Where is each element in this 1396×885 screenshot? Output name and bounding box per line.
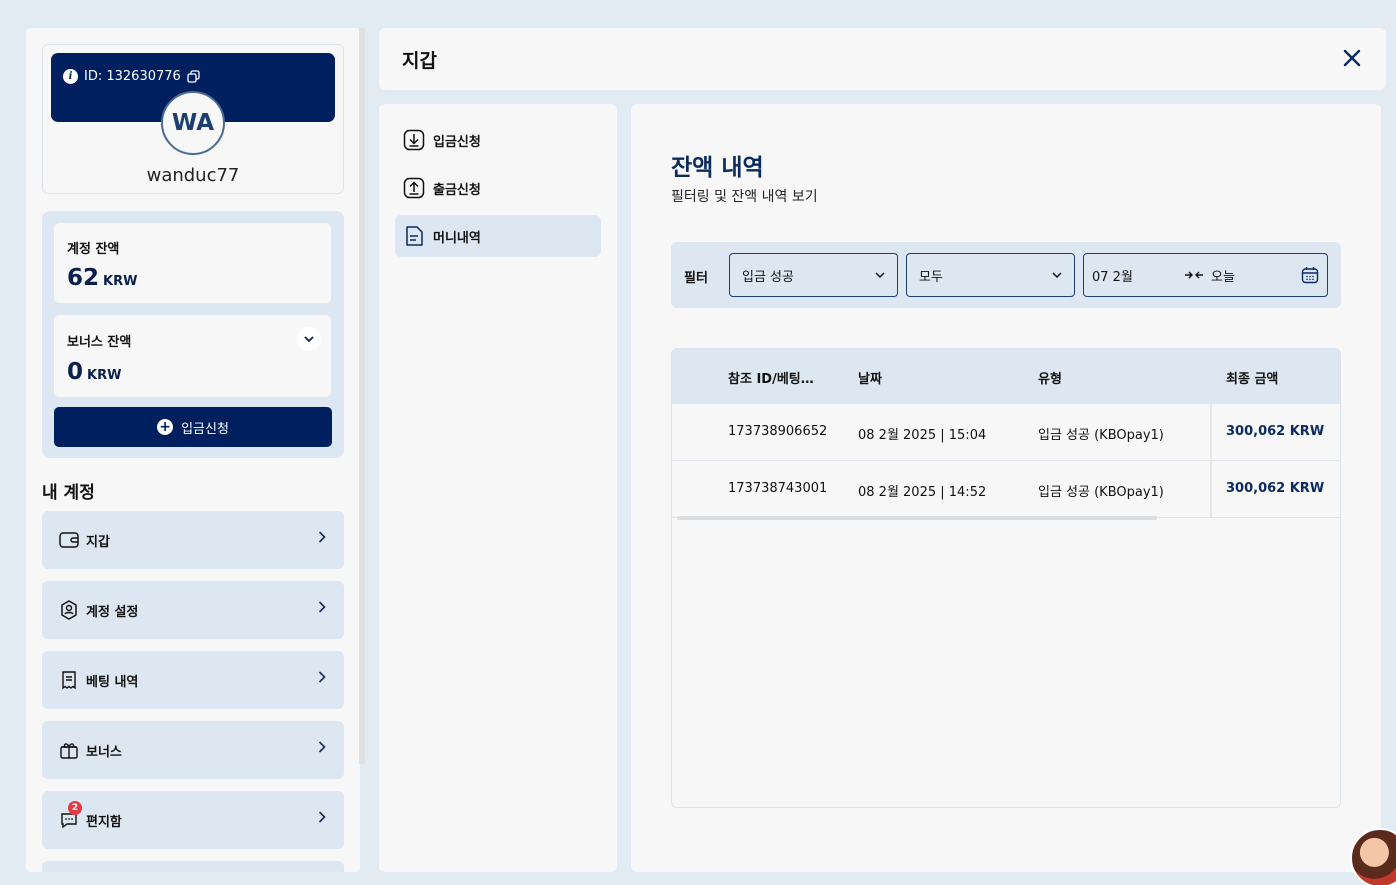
wallet-header: 지갑	[379, 28, 1386, 90]
chevron-right-icon	[318, 741, 326, 757]
avatar: WA	[161, 91, 225, 155]
profile-card: i ID: 132630776 WA wanduc77	[42, 44, 344, 194]
arrows-icon	[1185, 270, 1203, 280]
close-icon	[1343, 49, 1361, 67]
row-date: 08 2월 2025 | 15:04	[858, 428, 987, 443]
history-table: 참조 ID/베팅… 날짜 유형 최종 금액 173738906652 08 2월…	[671, 348, 1341, 808]
chevron-down-icon	[1052, 271, 1062, 278]
chevron-down-icon	[304, 335, 314, 342]
page-title: 지갑	[402, 50, 437, 72]
type-select[interactable]: 모두	[906, 253, 1075, 297]
date-from: 07 2월	[1092, 269, 1133, 285]
bonus-balance-unit: KRW	[87, 368, 122, 383]
section-subtitle: 필터링 및 잔액 내역 보기	[671, 189, 818, 205]
menu-item-label: 보너스	[86, 744, 122, 760]
my-account-title: 내 계정	[42, 483, 95, 503]
account-balance-label: 계정 잔액	[67, 242, 120, 257]
download-icon	[403, 129, 425, 151]
bonus-balance-value: 0	[67, 359, 84, 385]
table-horizontal-scrollbar[interactable]	[677, 516, 1157, 520]
type-select-value: 모두	[919, 269, 943, 285]
menu-item-label: 지갑	[86, 534, 110, 550]
column-header-type: 유형	[1038, 372, 1062, 387]
date-range-picker[interactable]: 07 2월 오늘	[1083, 253, 1328, 297]
date-to: 오늘	[1211, 269, 1235, 285]
menu-item-label: 편지함	[86, 814, 122, 830]
menu-item-betting-history[interactable]: 베팅 내역	[42, 651, 344, 709]
upload-icon	[403, 177, 425, 199]
column-header-ref: 참조 ID/베팅…	[728, 372, 814, 387]
menu-item-bonus[interactable]: 보너스	[42, 721, 344, 779]
row-ref: 173738906652	[728, 424, 828, 439]
menu-item-wallet[interactable]: 지갑	[42, 511, 344, 569]
column-header-date: 날짜	[858, 372, 882, 387]
row-date: 08 2월 2025 | 14:52	[858, 485, 987, 500]
wallet-icon	[58, 529, 80, 551]
bonus-balance-card: 보너스 잔액 0 KRW	[54, 315, 331, 397]
receipt-icon	[58, 669, 80, 691]
deposit-button-label: 입금신청	[181, 421, 229, 437]
deposit-button[interactable]: + 입금신청	[54, 407, 332, 447]
filter-bar: 필터 입금 성공 모두 07 2월 오늘	[671, 242, 1341, 308]
row-type: 입금 성공 (KBOpay1)	[1038, 428, 1164, 443]
status-select[interactable]: 입금 성공	[729, 253, 898, 297]
chevron-right-icon	[318, 811, 326, 827]
balance-box: 계정 잔액 62 KRW 보너스 잔액 0 KRW + 입금신청	[42, 211, 344, 458]
gift-icon	[58, 739, 80, 761]
column-header-amount: 최종 금액	[1226, 372, 1279, 387]
menu-item-label: 계정 설정	[86, 604, 139, 620]
menu-item-partial[interactable]	[42, 861, 344, 872]
sidebar-scrollbar[interactable]	[359, 28, 365, 764]
nav-item-withdraw[interactable]: 출금신청	[395, 167, 601, 209]
user-id: ID: 132630776	[84, 69, 181, 84]
account-balance-unit: KRW	[103, 274, 138, 289]
row-type: 입금 성공 (KBOpay1)	[1038, 485, 1164, 500]
nav-item-label: 출금신청	[433, 182, 481, 198]
balance-history-panel: 잔액 내역 필터링 및 잔액 내역 보기 필터 입금 성공 모두 07 2월 오…	[631, 104, 1381, 872]
sticky-column-divider	[1210, 404, 1212, 517]
account-sidebar: i ID: 132630776 WA wanduc77 계정 잔액 62 KRW …	[26, 28, 360, 872]
nav-item-deposit[interactable]: 입금신청	[395, 119, 601, 161]
bonus-balance-label: 보너스 잔액	[67, 335, 132, 350]
wallet-nav: 입금신청 출금신청 머니내역	[379, 104, 617, 872]
document-icon	[403, 225, 425, 247]
chevron-right-icon	[318, 601, 326, 617]
chevron-right-icon	[318, 671, 326, 687]
table-header: 참조 ID/베팅… 날짜 유형 최종 금액	[672, 349, 1340, 404]
chevron-right-icon	[318, 531, 326, 547]
info-icon: i	[63, 69, 78, 84]
menu-item-label: 베팅 내역	[86, 674, 139, 690]
menu-item-inbox[interactable]: 2 편지함	[42, 791, 344, 849]
account-balance-card: 계정 잔액 62 KRW	[54, 223, 331, 303]
table-row[interactable]: 173738743001 08 2월 2025 | 14:52 입금 성공 (K…	[672, 461, 1340, 518]
expand-bonus-button[interactable]	[297, 327, 321, 351]
user-shield-icon	[58, 599, 80, 621]
unread-badge: 2	[68, 801, 82, 815]
nav-item-label: 입금신청	[433, 134, 481, 150]
close-button[interactable]	[1340, 46, 1364, 70]
row-amount: 300,062 KRW	[1226, 481, 1325, 496]
username: wanduc77	[146, 165, 240, 186]
menu-item-account-settings[interactable]: 계정 설정	[42, 581, 344, 639]
row-ref: 173738743001	[728, 481, 828, 496]
copy-icon[interactable]	[187, 70, 200, 83]
nav-item-money-history[interactable]: 머니내역	[395, 215, 601, 257]
table-row[interactable]: 173738906652 08 2월 2025 | 15:04 입금 성공 (K…	[672, 404, 1340, 461]
status-select-value: 입금 성공	[742, 269, 794, 285]
chevron-down-icon	[875, 271, 885, 278]
filter-label: 필터	[684, 271, 708, 286]
nav-item-label: 머니내역	[433, 230, 481, 246]
account-balance-value: 62	[67, 265, 100, 291]
calendar-icon	[1301, 266, 1319, 284]
plus-icon: +	[157, 419, 174, 435]
section-title: 잔액 내역	[671, 155, 764, 181]
chat-icon: 2	[58, 801, 82, 831]
row-amount: 300,062 KRW	[1226, 424, 1325, 439]
